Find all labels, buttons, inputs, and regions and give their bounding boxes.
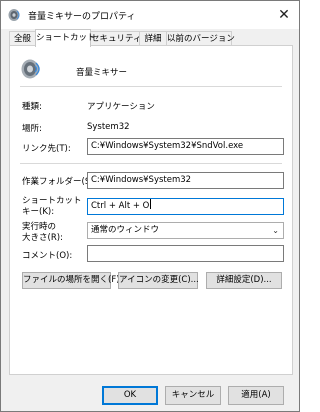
open-file-location-button[interactable]: ファイルの場所を開く(F) (22, 272, 120, 289)
location-value: System32 (87, 122, 130, 132)
shortcut-key-label-line2: キー(K): (22, 207, 55, 217)
app-name: 音量ミキサー (76, 68, 128, 78)
speaker-icon (21, 59, 40, 79)
run-size-select[interactable]: 通常のウィンドウ ⌄ (87, 222, 284, 239)
tab-security[interactable]: セキュリティ (90, 31, 142, 46)
title-bar: 音量ミキサーのプロパティ ✕ (1, 1, 299, 29)
change-icon-button[interactable]: アイコンの変更(C)... (118, 272, 199, 289)
divider (20, 163, 282, 164)
tab-strip: 全般 ショートカット セキュリティ 詳細 以前のバージョン (9, 29, 293, 47)
type-label: 種類: (22, 102, 42, 112)
close-button[interactable]: ✕ (269, 1, 299, 28)
chevron-down-icon: ⌄ (272, 226, 279, 235)
location-label: 場所: (22, 124, 42, 134)
shortcut-panel: 音量ミキサー 種類: アプリケーション 場所: System32 リンク先(T)… (9, 45, 293, 375)
properties-dialog: 音量ミキサーのプロパティ ✕ 全般 ショートカット セキュリティ 詳細 以前のバ… (0, 0, 300, 412)
shortcut-key-value: Ctrl + Alt + O (91, 201, 150, 211)
run-size-value: 通常のウィンドウ (91, 225, 160, 235)
tab-previous-versions[interactable]: 以前のバージョン (166, 31, 235, 46)
window-title: 音量ミキサーのプロパティ (28, 12, 136, 22)
tab-shortcut[interactable]: ショートカット (35, 29, 96, 47)
cancel-button[interactable]: キャンセル (165, 386, 221, 405)
comment-input[interactable] (87, 245, 284, 262)
close-icon: ✕ (278, 6, 290, 23)
advanced-button[interactable]: 詳細設定(D)... (206, 272, 282, 289)
comment-label: コメント(O): (22, 251, 73, 261)
workdir-label: 作業フォルダー(S): (22, 177, 97, 187)
workdir-input[interactable]: C:¥Windows¥System32 (87, 172, 284, 189)
divider (20, 86, 282, 87)
text-caret (150, 199, 152, 209)
type-value: アプリケーション (87, 102, 155, 112)
tab-general[interactable]: 全般 (9, 31, 36, 46)
speaker-icon (8, 9, 20, 21)
run-size-label-line2: 大きさ(R): (22, 233, 63, 243)
ok-button[interactable]: OK (102, 386, 158, 405)
target-input[interactable]: C:¥Windows¥System32¥SndVol.exe (87, 138, 284, 155)
target-label: リンク先(T): (22, 144, 71, 154)
tab-details[interactable]: 詳細 (139, 31, 167, 46)
shortcut-key-input[interactable]: Ctrl + Alt + O (87, 198, 284, 215)
apply-button[interactable]: 適用(A) (228, 386, 284, 405)
